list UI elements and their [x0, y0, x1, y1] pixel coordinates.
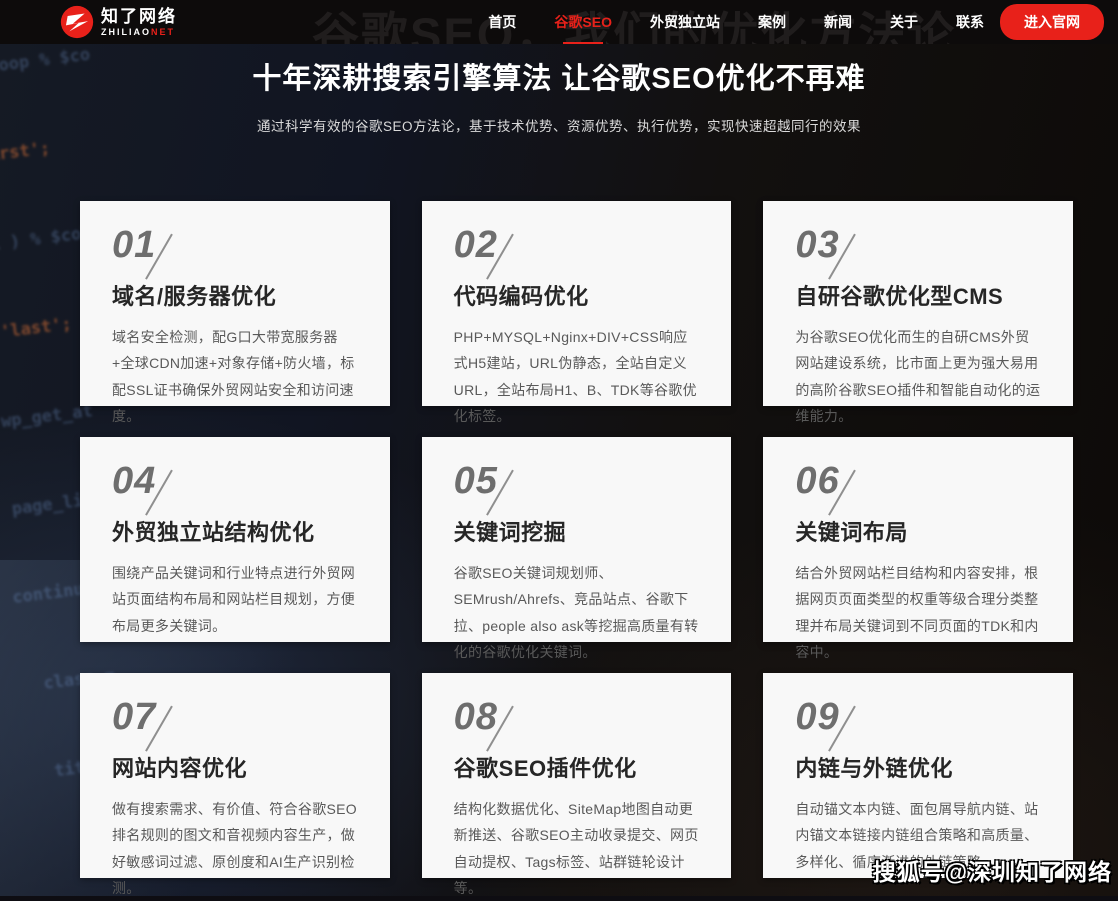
card-title: 内链与外链优化: [795, 751, 1043, 783]
zhiliao-logo-icon: [60, 5, 94, 39]
card-title: 网站内容优化: [112, 751, 360, 783]
card-number: 06: [795, 462, 839, 500]
brand-wordmark: 知了网络 ZHILIAONET: [101, 8, 177, 37]
card-number: 05: [454, 462, 498, 500]
card-description: 结合外贸网站栏目结构和内容安排，根据网页页面类型的权重等级合理分类整理并布局关键…: [795, 560, 1043, 665]
hero-section: 十年深耕搜索引擎算法 让谷歌SEO优化不再难 通过科学有效的谷歌SEO方法论，基…: [0, 60, 1118, 135]
card-seo-plugin[interactable]: 08 谷歌SEO插件优化 结构化数据优化、SiteMap地图自动更新推送、谷歌S…: [422, 673, 732, 878]
card-domain-server[interactable]: 01 域名/服务器优化 域名安全检测，配G口大带宽服务器+全球CDN加速+对象存…: [80, 201, 390, 406]
card-number: 03: [795, 226, 839, 264]
card-description: 做有搜索需求、有价值、符合谷歌SEO排名规则的图文和音视频内容生产，做好敏感词过…: [112, 796, 360, 901]
seo-method-card-grid: 01 域名/服务器优化 域名安全检测，配G口大带宽服务器+全球CDN加速+对象存…: [80, 201, 1073, 878]
card-number: 02: [454, 226, 498, 264]
card-number: 01: [112, 226, 156, 264]
card-title: 域名/服务器优化: [112, 279, 360, 311]
card-number: 04: [112, 462, 156, 500]
card-cms[interactable]: 03 自研谷歌优化型CMS 为谷歌SEO优化而生的自研CMS外贸网站建设系统，比…: [763, 201, 1073, 406]
nav-item-home[interactable]: 首页: [488, 0, 516, 44]
hero-subtitle: 通过科学有效的谷歌SEO方法论，基于技术优势、资源优势、执行优势，实现快速超越同…: [0, 115, 1118, 135]
card-keyword-layout[interactable]: 06 关键词布局 结合外贸网站栏目结构和内容安排，根据网页页面类型的权重等级合理…: [763, 437, 1073, 642]
nav-item-foreign-trade-site[interactable]: 外贸独立站: [650, 0, 720, 44]
top-navbar: 谷歌SEO，我们的优化方法论 知了网络 ZHILIAONET 首页 谷歌SEO …: [0, 0, 1118, 44]
enter-official-site-button[interactable]: 进入官网: [1000, 4, 1104, 40]
brand-name-cn: 知了网络: [101, 8, 177, 25]
brand-logo[interactable]: 知了网络 ZHILIAONET: [60, 5, 177, 39]
card-title: 自研谷歌优化型CMS: [795, 279, 1043, 311]
active-tab-underline: [563, 42, 603, 44]
card-description: PHP+MYSQL+Nginx+DIV+CSS响应式H5建站，URL伪静态，全站…: [454, 324, 702, 429]
nav-item-cases[interactable]: 案例: [758, 0, 786, 44]
card-number: 08: [454, 698, 498, 736]
card-title: 外贸独立站结构优化: [112, 515, 360, 547]
brand-name-en: ZHILIAONET: [101, 28, 177, 37]
card-title: 谷歌SEO插件优化: [454, 751, 702, 783]
main-navigation: 首页 谷歌SEO 外贸独立站 案例 新闻 关于 联系: [488, 0, 984, 44]
card-number: 07: [112, 698, 156, 736]
card-title: 关键词布局: [795, 515, 1043, 547]
card-description: 结构化数据优化、SiteMap地图自动更新推送、谷歌SEO主动收录提交、网页自动…: [454, 796, 702, 901]
nav-item-news[interactable]: 新闻: [824, 0, 852, 44]
card-internal-external-links[interactable]: 09 内链与外链优化 自动锚文本内链、面包屑导航内链、站内锚文本链接内链组合策略…: [763, 673, 1073, 878]
card-content-optimization[interactable]: 07 网站内容优化 做有搜索需求、有价值、符合谷歌SEO排名规则的图文和音视频内…: [80, 673, 390, 878]
nav-item-about[interactable]: 关于: [890, 0, 918, 44]
sohu-watermark: 搜狐号@深圳知了网络: [873, 853, 1112, 887]
nav-item-contact[interactable]: 联系: [956, 0, 984, 44]
card-description: 围绕产品关键词和行业特点进行外贸网站页面结构布局和网站栏目规划，方便布局更多关键…: [112, 560, 360, 639]
card-number: 09: [795, 698, 839, 736]
card-title: 代码编码优化: [454, 279, 702, 311]
card-site-structure[interactable]: 04 外贸独立站结构优化 围绕产品关键词和行业特点进行外贸网站页面结构布局和网站…: [80, 437, 390, 642]
card-title: 关键词挖掘: [454, 515, 702, 547]
card-description: 为谷歌SEO优化而生的自研CMS外贸网站建设系统，比市面上更为强大易用的高阶谷歌…: [795, 324, 1043, 429]
card-keyword-mining[interactable]: 05 关键词挖掘 谷歌SEO关键词规划师、SEMrush/Ahrefs、竞品站点…: [422, 437, 732, 642]
card-description: 域名安全检测，配G口大带宽服务器+全球CDN加速+对象存储+防火墙，标配SSL证…: [112, 324, 360, 429]
card-code-optimization[interactable]: 02 代码编码优化 PHP+MYSQL+Nginx+DIV+CSS响应式H5建站…: [422, 201, 732, 406]
hero-title: 十年深耕搜索引擎算法 让谷歌SEO优化不再难: [0, 60, 1118, 98]
card-description: 谷歌SEO关键词规划师、SEMrush/Ahrefs、竞品站点、谷歌下拉、peo…: [454, 560, 702, 665]
nav-item-google-seo[interactable]: 谷歌SEO: [554, 0, 612, 44]
